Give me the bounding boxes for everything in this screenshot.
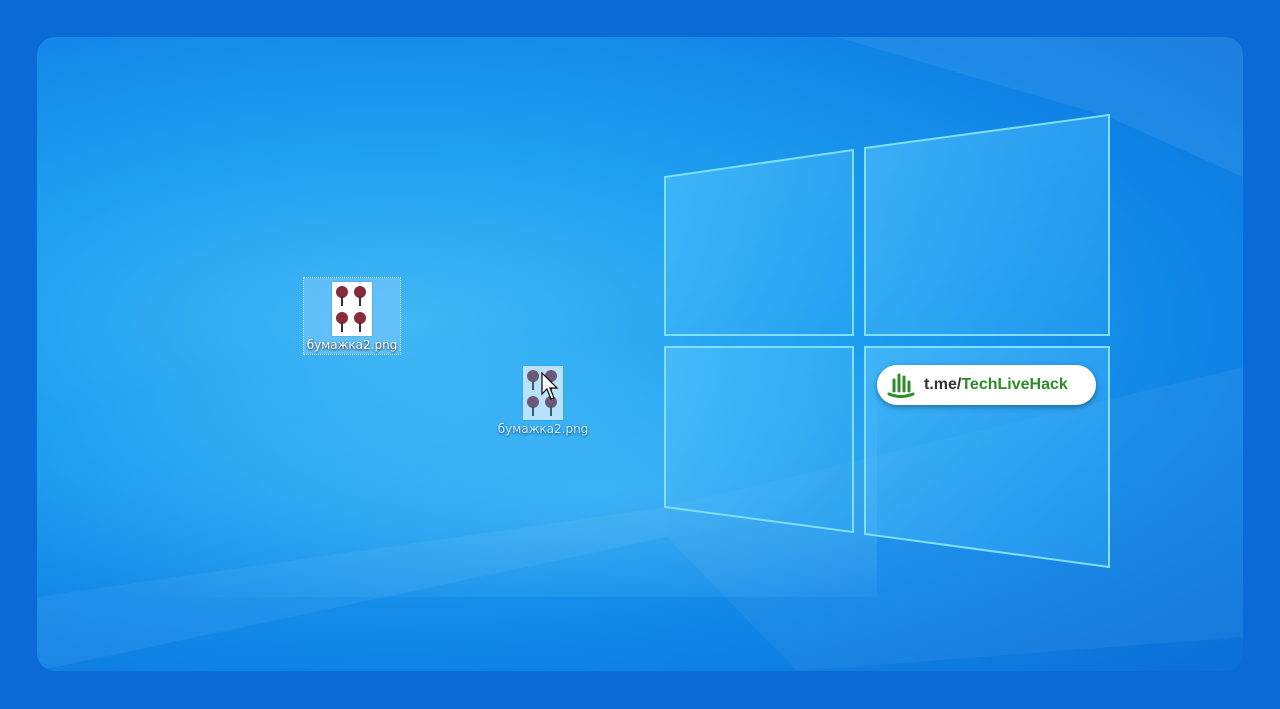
windows-logo-pane-bottom-left — [664, 346, 854, 534]
watermark-prefix: t.me/ — [924, 376, 962, 393]
windows-logo-pane-top-right — [864, 113, 1110, 336]
desktop-icon-file-selected[interactable]: бумажка2.png — [303, 277, 401, 355]
watermark-brand: TechLiveHack — [961, 376, 1068, 393]
mouse-cursor-icon — [541, 372, 559, 400]
desktop-wallpaper — [37, 37, 1243, 671]
watermark-badge[interactable]: t.me/TechLiveHack — [877, 365, 1096, 405]
desktop-icon-label: бумажка2.png — [497, 422, 589, 436]
desktop-icon-label: бумажка2.png — [306, 338, 398, 352]
techlivehack-logo-icon — [887, 373, 915, 398]
windows-logo-pane-top-left — [664, 148, 854, 336]
watermark-text: t.me/TechLiveHack — [924, 376, 1068, 394]
image-file-icon — [332, 282, 372, 336]
windows-logo — [664, 113, 1110, 569]
